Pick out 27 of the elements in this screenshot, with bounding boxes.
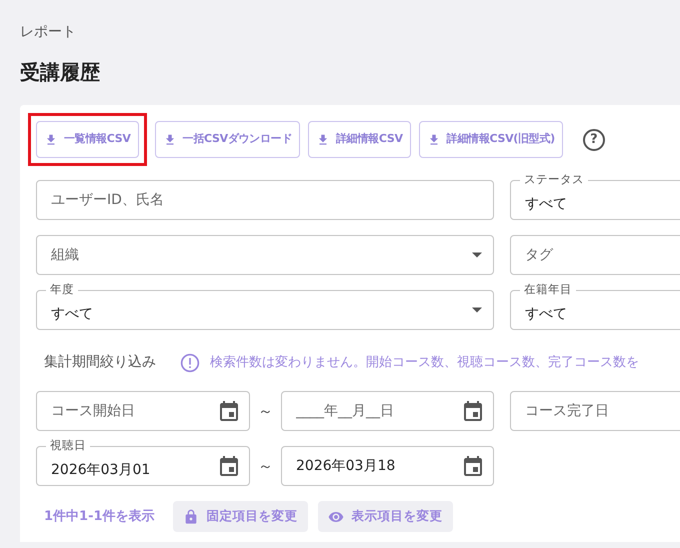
text-field[interactable]: コース完了日 bbox=[510, 391, 680, 431]
text-field[interactable]: ユーザーID、氏名 bbox=[36, 180, 494, 220]
section-label: 集計期間絞り込み bbox=[44, 353, 156, 372]
info-note: 検索件数は変わりません。開始コース数、視聴コース数、完了コース数を bbox=[210, 354, 639, 372]
page-title: 受講履歴 bbox=[20, 59, 101, 86]
info-icon bbox=[180, 352, 200, 372]
help-button[interactable]: ? bbox=[582, 128, 605, 150]
field-label: ステータス bbox=[520, 171, 588, 187]
range-separator: ～ bbox=[257, 400, 274, 422]
field-label: 在籍年目 bbox=[520, 281, 576, 297]
breadcrumb-text: レポート bbox=[20, 23, 77, 42]
lock-icon bbox=[182, 508, 199, 524]
field-label: 年度 bbox=[46, 281, 78, 297]
dropdown-icon bbox=[472, 252, 482, 258]
date-field[interactable]: ____年__月__日 bbox=[281, 391, 494, 431]
calendar-icon bbox=[464, 401, 482, 421]
date-field[interactable]: コース開始日 bbox=[36, 391, 250, 431]
select-field[interactable]: 組織 bbox=[36, 235, 494, 275]
dropdown-icon bbox=[472, 308, 482, 312]
calendar-icon bbox=[220, 401, 238, 421]
date-field[interactable]: 2026年03月18 bbox=[281, 446, 494, 486]
range-separator: ～ bbox=[257, 456, 274, 477]
text-field[interactable]: タグ bbox=[510, 235, 680, 275]
field-label: 視聴日 bbox=[46, 437, 90, 453]
calendar-icon bbox=[220, 456, 238, 476]
calendar-icon bbox=[464, 456, 482, 476]
result-count: 1件中1-1件を表示 bbox=[44, 508, 155, 526]
